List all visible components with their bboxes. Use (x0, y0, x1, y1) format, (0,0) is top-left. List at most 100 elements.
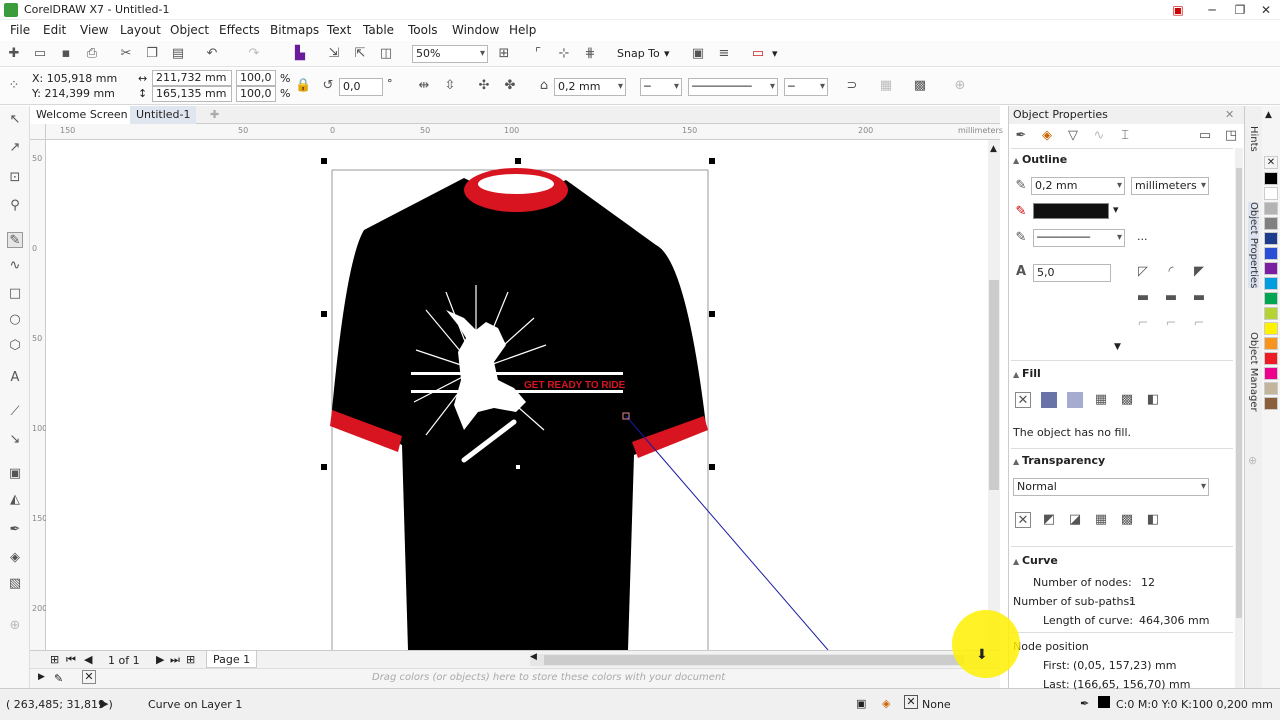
outline-style-select[interactable]: ──────── (1033, 229, 1125, 247)
color-swatch[interactable] (1264, 307, 1278, 320)
tab-hints[interactable]: Hints (1248, 126, 1259, 152)
menu-bitmaps[interactable]: Bitmaps (270, 23, 319, 37)
reverse-direction-icon[interactable]: ⊃ (844, 78, 860, 94)
uniform-transparency-icon[interactable]: ◩ (1041, 512, 1057, 528)
selection-handle[interactable] (709, 464, 715, 470)
copy-icon[interactable]: ❐ (144, 46, 160, 62)
publish-pdf-icon[interactable]: ◫ (378, 46, 394, 62)
no-color-swatch[interactable]: ✕ (82, 670, 96, 684)
outline-section-title[interactable]: Outline (1013, 153, 1067, 166)
selection-handle[interactable] (709, 158, 715, 164)
text-tool-icon[interactable]: A (7, 370, 23, 386)
docker-scroll-thumb[interactable] (1236, 168, 1242, 618)
bitmap-transparency-icon[interactable]: ◧ (1145, 512, 1161, 528)
import-icon[interactable]: ⇲ (326, 46, 342, 62)
color-swatch[interactable] (1264, 202, 1278, 215)
color-proof-icon[interactable]: ▣ (856, 697, 866, 710)
guidelines-icon[interactable]: ⋕ (582, 46, 598, 62)
color-swatch[interactable] (1264, 187, 1278, 200)
pattern-fill-icon[interactable]: ▦ (1093, 392, 1109, 408)
view-mode-icon[interactable]: ◳ (1223, 128, 1239, 144)
redo-icon[interactable]: ↷ (246, 46, 262, 62)
pick-tool-icon[interactable]: ↖ (7, 112, 23, 128)
postscript-fill-icon[interactable]: ◧ (1145, 392, 1161, 408)
drop-shadow-icon[interactable]: ▣ (7, 466, 23, 482)
save-icon[interactable]: ▪ (58, 46, 74, 62)
texture-fill-icon[interactable]: ▩ (1119, 392, 1135, 408)
menu-view[interactable]: View (80, 23, 108, 37)
fill-bucket-icon[interactable]: ◈ (882, 697, 890, 710)
fill-section-title[interactable]: Fill (1013, 367, 1041, 380)
extended-cap-icon[interactable]: ▬ (1191, 290, 1207, 306)
page-tab[interactable]: Page 1 (206, 650, 258, 668)
mirror-horizontal-icon[interactable]: ⇹ (416, 78, 432, 94)
close-curve-icon[interactable]: ✤ (502, 78, 518, 94)
color-swatch[interactable] (1264, 217, 1278, 230)
tab-object-properties[interactable]: Object Properties (1248, 202, 1259, 289)
lock-ratio-icon[interactable]: 🔒 (295, 78, 311, 94)
outline-tab-icon[interactable]: ✒ (1013, 128, 1029, 144)
zoom-level-select[interactable]: 50% (412, 45, 488, 63)
menu-layout[interactable]: Layout (120, 23, 161, 37)
rulers-icon[interactable]: ⌜ (530, 46, 546, 62)
curve-section-title[interactable]: Curve (1013, 554, 1058, 567)
selection-handle[interactable] (515, 158, 521, 164)
parallel-dimension-icon[interactable]: ⟋ (7, 404, 23, 420)
bevel-join-icon[interactable]: ◤ (1191, 264, 1207, 280)
palette-scroll-up-icon[interactable]: ▲ (1265, 110, 1272, 120)
round-cap-icon[interactable]: ▬ (1163, 290, 1179, 306)
horizontal-scrollbar[interactable]: ◀ (530, 652, 990, 666)
selection-handle[interactable] (321, 311, 327, 317)
full-screen-icon[interactable]: ⊞ (496, 46, 512, 62)
menu-effects[interactable]: Effects (219, 23, 260, 37)
no-transparency-icon[interactable]: ✕ (1015, 512, 1031, 528)
no-fill-icon[interactable]: ✕ (1015, 392, 1031, 408)
connector-tool-icon[interactable]: ↘ (7, 432, 23, 448)
snap-to-dropdown[interactable]: Snap To (617, 47, 660, 60)
summary-tab-icon[interactable]: ⌶ (1117, 128, 1133, 144)
start-arrowhead-select[interactable]: ─ (640, 78, 682, 96)
selection-handle[interactable] (515, 464, 521, 470)
ruler-origin-icon[interactable] (30, 124, 46, 140)
transparency-tab-icon[interactable]: ▽ (1065, 128, 1081, 144)
close-button[interactable]: ✕ (1252, 0, 1280, 20)
color-swatch[interactable] (1264, 322, 1278, 335)
last-page-icon[interactable]: ⏭ (170, 653, 180, 667)
smooth-curve-icon[interactable]: ✣ (476, 78, 492, 94)
menu-window[interactable]: Window (452, 23, 499, 37)
miter-limit-field[interactable]: 5,0 (1033, 264, 1111, 282)
add-tab-icon[interactable]: ✚ (210, 108, 219, 121)
docker-scrollbar[interactable] (1235, 148, 1243, 688)
rectangle-tool-icon[interactable]: □ (7, 286, 23, 302)
vertical-scrollbar[interactable]: ▲ (988, 140, 1000, 650)
menu-object[interactable]: Object (170, 23, 209, 37)
restore-button[interactable]: ❐ (1226, 0, 1254, 20)
outside-position-icon[interactable]: ⌐ (1135, 316, 1151, 332)
transparency-section-title[interactable]: Transparency (1013, 454, 1105, 467)
ellipse-tool-icon[interactable]: ○ (7, 312, 23, 328)
mirror-vertical-icon[interactable]: ⇳ (442, 78, 458, 94)
scroll-up-icon[interactable]: ▲ (990, 144, 997, 154)
tab-welcome-screen[interactable]: Welcome Screen (30, 106, 135, 124)
line-style-select[interactable]: ───────── (688, 78, 778, 96)
crop-tool-icon[interactable]: ⊡ (7, 170, 23, 186)
inside-position-icon[interactable]: ⌐ (1191, 316, 1207, 332)
frame-icon[interactable]: ▭ (1197, 128, 1213, 144)
outline-pen-status-icon[interactable]: ✒ (1080, 697, 1089, 710)
outline-width-field[interactable]: 0,2 mm (1031, 177, 1125, 195)
shape-tool-icon[interactable]: ↗ (7, 140, 23, 156)
reference-point-icon[interactable]: ⁘ (6, 78, 22, 94)
miter-join-icon[interactable]: ◸ (1135, 264, 1151, 280)
palette-play-icon[interactable]: ▶ (38, 672, 45, 682)
export-icon[interactable]: ⇱ (352, 46, 368, 62)
interactive-fill-icon[interactable]: ◈ (7, 550, 23, 566)
x-position[interactable]: X: 105,918 mm (32, 72, 117, 85)
square-cap-icon[interactable]: ▬ (1135, 290, 1151, 306)
scroll-left-icon[interactable]: ◀ (530, 652, 537, 662)
snap-to-arrow-icon[interactable]: ▾ (664, 47, 670, 60)
tab-untitled-1[interactable]: Untitled-1 (130, 106, 197, 124)
round-join-icon[interactable]: ◜ (1163, 264, 1179, 280)
color-swatch[interactable] (1264, 352, 1278, 365)
fill-tab-icon[interactable]: ◈ (1039, 128, 1055, 144)
color-swatch[interactable] (1264, 262, 1278, 275)
